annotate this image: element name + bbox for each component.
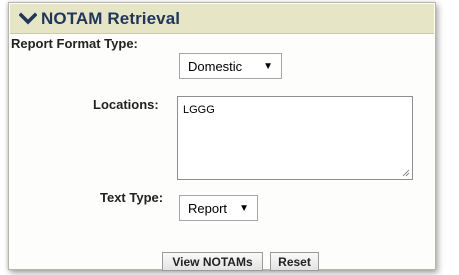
report-format-select[interactable]: Domestic ▼	[179, 53, 282, 79]
panel-header[interactable]: NOTAM Retrieval	[10, 4, 434, 34]
triangle-down-icon: ▼	[263, 60, 273, 72]
locations-textarea[interactable]: LGGG	[177, 96, 413, 180]
panel-title: NOTAM Retrieval	[41, 8, 181, 28]
resize-grip-icon[interactable]	[402, 169, 410, 177]
text-type-label: Text Type:	[100, 190, 164, 205]
report-format-value: Domestic	[188, 58, 243, 74]
triangle-down-icon: ▼	[239, 202, 249, 214]
chevron-down-icon[interactable]	[18, 11, 38, 26]
locations-label: Locations:	[93, 97, 159, 112]
report-format-label: Report Format Type:	[11, 36, 138, 51]
locations-value: LGGG	[183, 104, 215, 116]
text-type-select[interactable]: Report ▼	[179, 195, 258, 221]
text-type-value: Report	[188, 200, 228, 216]
reset-button[interactable]: Reset	[270, 252, 319, 271]
view-notams-button[interactable]: View NOTAMs	[162, 252, 263, 271]
